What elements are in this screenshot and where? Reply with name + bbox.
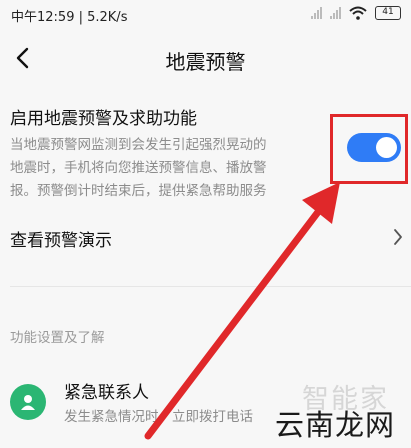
view-alert-demo-row[interactable]: 查看预警演示 [0, 218, 411, 258]
earthquake-setting-title: 启用地震预警及求助功能 [10, 109, 197, 129]
emergency-contact-title: 紧急联系人 [64, 383, 149, 403]
app-header: 地震预警 [0, 36, 411, 80]
signal-icon-2 [330, 7, 341, 19]
watermark-bottom: 云南龙网 [275, 408, 396, 442]
emergency-contact-description: 发生紧急情况时，立即拨打电话 [64, 409, 253, 425]
contact-avatar-icon [10, 384, 46, 420]
battery-icon: 41 [375, 6, 401, 20]
toggle-knob [376, 137, 397, 158]
page-title: 地震预警 [165, 50, 246, 74]
status-time-speed: 中午12:59 | 5.2K/s [11, 10, 128, 25]
chevron-right-icon [394, 229, 402, 245]
wifi-icon [349, 6, 367, 20]
section-header: 功能设置及了解 [10, 330, 105, 346]
status-icons: 41 [311, 5, 401, 21]
earthquake-alert-toggle[interactable] [347, 133, 401, 162]
description-line: 当地震预警网监测到会发生引起强烈晃动的 [10, 137, 267, 153]
view-alert-demo-label: 查看预警演示 [10, 231, 112, 251]
description-line: 地震时，手机将向您推送预警信息、播放警 [10, 160, 267, 176]
earthquake-setting-description: 当地震预警网监测到会发生引起强烈晃动的 地震时，手机将向您推送预警信息、播放警 … [10, 134, 330, 203]
description-line: 报。预警倒计时结束后，提供紧急帮助服务 [10, 183, 267, 199]
person-icon [21, 395, 35, 410]
status-bar: 中午12:59 | 5.2K/s 41 [0, 0, 411, 26]
section-divider [10, 286, 411, 287]
signal-icon [311, 7, 322, 19]
